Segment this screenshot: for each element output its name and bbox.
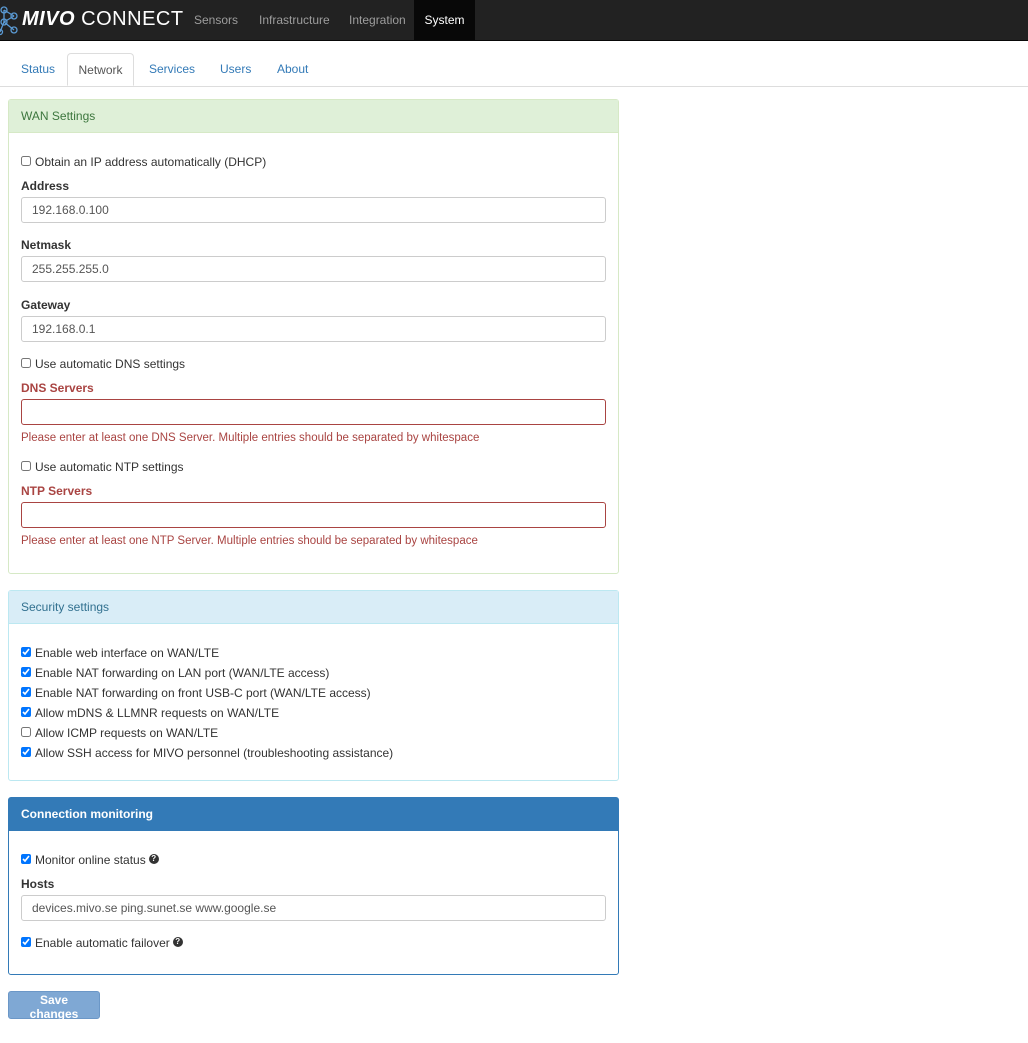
- gateway-label: Gateway: [21, 298, 71, 312]
- address-input[interactable]: [21, 197, 606, 223]
- netmask-input[interactable]: [21, 256, 606, 282]
- auto-dns-checkbox[interactable]: [21, 357, 31, 368]
- hosts-label: Hosts: [21, 877, 55, 891]
- failover-label: Enable automatic failover: [35, 935, 170, 950]
- security-option-row[interactable]: Allow ICMP requests on WAN/LTE: [21, 724, 218, 740]
- security-option-label: Enable NAT forwarding on LAN port (WAN/L…: [35, 665, 330, 680]
- security-option-checkbox[interactable]: [21, 746, 31, 757]
- security-option-label: Allow ICMP requests on WAN/LTE: [35, 725, 219, 740]
- security-option-label: Enable NAT forwarding on front USB-C por…: [35, 685, 371, 700]
- question-circle-icon[interactable]: ?: [148, 853, 159, 864]
- nav-integration[interactable]: Integration: [349, 0, 406, 40]
- security-option-checkbox[interactable]: [21, 726, 31, 737]
- dhcp-checkbox-row[interactable]: Obtain an IP address automatically (DHCP…: [21, 153, 266, 169]
- security-option-row[interactable]: Enable NAT forwarding on front USB-C por…: [21, 684, 371, 700]
- netmask-label: Netmask: [21, 238, 72, 252]
- dns-servers-label: DNS Servers: [21, 381, 94, 395]
- dhcp-label: Obtain an IP address automatically (DHCP…: [35, 154, 267, 169]
- monitoring-panel-title: Connection monitoring: [9, 798, 618, 831]
- security-option-row[interactable]: Enable web interface on WAN/LTE: [21, 644, 219, 660]
- wan-panel-title: WAN Settings: [9, 100, 618, 133]
- nav-sensors[interactable]: Sensors: [194, 0, 238, 40]
- security-option-row[interactable]: Enable NAT forwarding on LAN port (WAN/L…: [21, 664, 329, 680]
- auto-ntp-checkbox[interactable]: [21, 460, 31, 471]
- dns-servers-input[interactable]: [21, 399, 606, 425]
- monitor-status-checkbox[interactable]: [21, 853, 31, 864]
- gateway-input[interactable]: [21, 316, 606, 342]
- security-option-label: Allow mDNS & LLMNR requests on WAN/LTE: [35, 705, 280, 720]
- hosts-input[interactable]: [21, 895, 606, 921]
- auto-ntp-checkbox-row[interactable]: Use automatic NTP settings: [21, 458, 184, 474]
- address-label: Address: [21, 179, 70, 193]
- security-option-checkbox[interactable]: [21, 686, 31, 697]
- dns-servers-error: Please enter at least one DNS Server. Mu…: [21, 432, 480, 444]
- tab-services[interactable]: Services: [149, 53, 195, 86]
- network-logo-icon: [0, 6, 18, 36]
- security-option-checkbox[interactable]: [21, 706, 31, 717]
- save-changes-button[interactable]: Save changes: [8, 991, 100, 1021]
- security-option-label: Allow SSH access for MIVO personnel (tro…: [35, 745, 394, 760]
- security-option-row[interactable]: Allow mDNS & LLMNR requests on WAN/LTE: [21, 704, 279, 720]
- security-option-row[interactable]: Allow SSH access for MIVO personnel (tro…: [21, 744, 393, 760]
- nav-system[interactable]: System: [414, 0, 475, 40]
- brand-name: MIVO CONNECT: [22, 8, 184, 30]
- auto-ntp-label: Use automatic NTP settings: [35, 459, 184, 474]
- monitor-status-checkbox-row[interactable]: Monitor online status?: [21, 851, 159, 867]
- security-option-checkbox[interactable]: [21, 646, 31, 657]
- monitor-status-label: Monitor online status: [35, 852, 146, 867]
- security-panel-title: Security settings: [9, 591, 618, 624]
- ntp-servers-input[interactable]: [21, 502, 606, 528]
- ntp-servers-error: Please enter at least one NTP Server. Mu…: [21, 535, 478, 547]
- ntp-servers-label: NTP Servers: [21, 484, 93, 498]
- top-navbar: MIVO CONNECT Sensors Infrastructure Inte…: [0, 0, 1028, 41]
- nav-infrastructure[interactable]: Infrastructure: [259, 0, 330, 40]
- tab-status[interactable]: Status: [21, 53, 55, 86]
- failover-checkbox[interactable]: [21, 936, 31, 947]
- question-circle-icon[interactable]: ?: [172, 936, 183, 947]
- auto-dns-label: Use automatic DNS settings: [35, 356, 186, 371]
- security-option-label: Enable web interface on WAN/LTE: [35, 645, 220, 660]
- tab-about[interactable]: About: [277, 53, 308, 86]
- failover-checkbox-row[interactable]: Enable automatic failover?: [21, 934, 183, 950]
- tab-users[interactable]: Users: [220, 53, 251, 86]
- brand-logo[interactable]: MIVO CONNECT: [0, 0, 184, 40]
- settings-tabs: Status Network Services Users About: [0, 53, 1028, 87]
- tab-network[interactable]: Network: [67, 53, 134, 86]
- dhcp-checkbox[interactable]: [21, 155, 31, 166]
- security-option-checkbox[interactable]: [21, 666, 31, 677]
- auto-dns-checkbox-row[interactable]: Use automatic DNS settings: [21, 355, 185, 371]
